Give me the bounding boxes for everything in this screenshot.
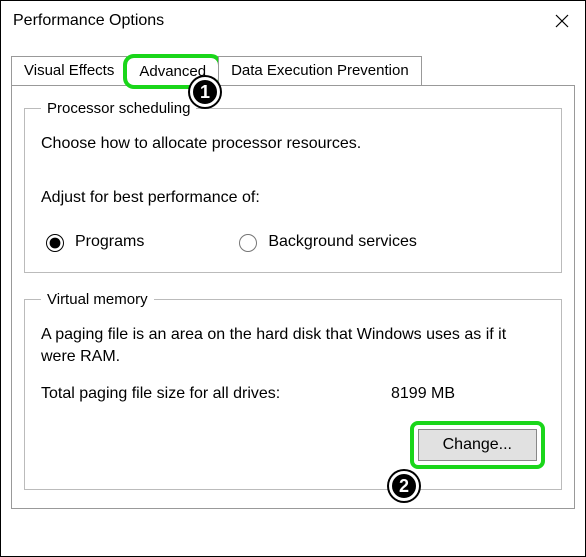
tab-panel-advanced: Processor scheduling Choose how to alloc…	[11, 85, 575, 509]
virtual-memory-total-row: Total paging file size for all drives: 8…	[41, 385, 545, 403]
radio-programs[interactable]: Programs	[41, 231, 144, 252]
change-button-highlight: Change...	[410, 421, 545, 469]
virtual-memory-total-value: 8199 MB	[391, 385, 455, 403]
virtual-memory-total-label: Total paging file size for all drives:	[41, 385, 391, 403]
virtual-memory-legend: Virtual memory	[41, 291, 154, 308]
tab-strip: Visual Effects Advanced Data Execution P…	[1, 51, 585, 85]
titlebar: Performance Options	[1, 1, 585, 41]
performance-options-window: Performance Options Visual Effects Advan…	[0, 0, 586, 557]
processor-desc: Choose how to allocate processor resourc…	[41, 135, 545, 153]
window-title: Performance Options	[13, 12, 164, 30]
processor-sub: Adjust for best performance of:	[41, 189, 545, 207]
processor-scheduling-group: Processor scheduling Choose how to alloc…	[24, 100, 562, 273]
tab-dep[interactable]: Data Execution Prevention	[218, 56, 422, 85]
change-button[interactable]: Change...	[418, 429, 537, 461]
radio-background-label: Background services	[268, 233, 417, 251]
processor-radio-row: Programs Background services	[41, 231, 545, 252]
virtual-memory-button-row: Change...	[41, 421, 545, 469]
radio-background-input[interactable]	[239, 234, 257, 252]
virtual-memory-group: Virtual memory A paging file is an area …	[24, 291, 562, 490]
annotation-callout-2: 2	[389, 471, 419, 501]
tab-panel-wrap: Processor scheduling Choose how to alloc…	[1, 85, 585, 519]
radio-programs-input[interactable]	[46, 234, 64, 252]
processor-scheduling-legend: Processor scheduling	[41, 100, 196, 117]
virtual-memory-desc: A paging file is an area on the hard dis…	[41, 324, 545, 367]
close-button[interactable]	[539, 1, 585, 41]
tab-visual-effects[interactable]: Visual Effects	[11, 56, 127, 85]
close-icon	[555, 14, 569, 28]
radio-background[interactable]: Background services	[234, 231, 417, 252]
annotation-callout-1: 1	[190, 77, 220, 107]
radio-programs-label: Programs	[75, 233, 144, 251]
